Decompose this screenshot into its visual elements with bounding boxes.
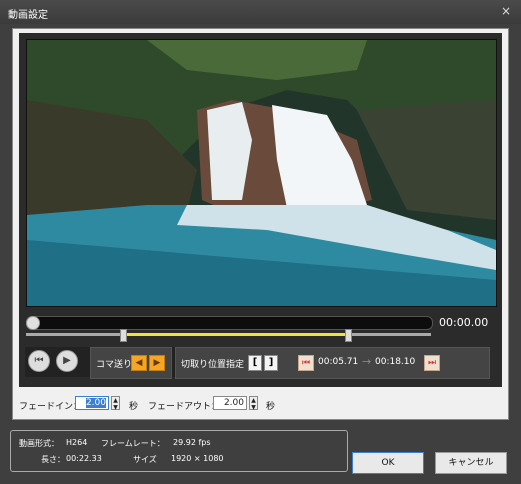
- ok-button[interactable]: OK: [352, 452, 424, 474]
- title-bar[interactable]: 動画設定 ×: [0, 0, 521, 24]
- spin-down-icon[interactable]: ▼: [250, 404, 257, 411]
- format-value: H264: [66, 438, 88, 447]
- frame-step-group: コマ送り ◀ ▶: [90, 347, 172, 379]
- arrow-right-icon: →: [362, 355, 372, 368]
- trim-start-handle[interactable]: [120, 329, 127, 342]
- cancel-button[interactable]: キャンセル: [435, 452, 507, 474]
- jump-to-end-button[interactable]: ⏭: [424, 355, 440, 371]
- spin-up-icon[interactable]: ▲: [250, 397, 257, 404]
- framerate-label: フレームレート：: [101, 439, 165, 448]
- trim-end-handle[interactable]: [345, 329, 352, 342]
- fade-out-input[interactable]: 2.00: [213, 396, 247, 410]
- frame-next-button[interactable]: ▶: [149, 355, 165, 371]
- trim-range-selection: [123, 333, 347, 336]
- trim-group: 切取り位置指定 [ ] ⏮ 00:05.71 → 00:18.10 ⏭: [175, 347, 490, 379]
- fade-in-input[interactable]: 2.00: [75, 396, 109, 410]
- trim-label: 切取り位置指定: [181, 360, 245, 370]
- fade-settings: フェードイン： 2.00 ▲ ▼ 秒 フェードアウト： 2.00 ▲ ▼ 秒: [13, 395, 508, 415]
- timeline-slider[interactable]: [26, 316, 433, 330]
- video-settings-dialog: 動画設定 × 00:00.00 ⏮ ▶ コマ送り ◀ ▶ 切取り位置指定 []…: [0, 0, 521, 484]
- set-trim-end-button[interactable]: ]: [264, 355, 278, 371]
- length-label: 長さ：: [41, 455, 65, 464]
- trim-start-time: 00:05.71: [318, 357, 359, 367]
- fade-out-unit: 秒: [266, 402, 276, 412]
- fade-in-spinner[interactable]: ▲ ▼: [111, 396, 120, 411]
- spin-down-icon[interactable]: ▼: [112, 404, 119, 411]
- set-trim-start-button[interactable]: [: [248, 355, 262, 371]
- playback-controls: ⏮ ▶ コマ送り ◀ ▶ 切取り位置指定 [ ] ⏮ 00:05.71 → 00…: [25, 347, 490, 379]
- trim-end-time: 00:18.10: [375, 357, 416, 367]
- framerate-value: 29.92 fps: [173, 438, 211, 447]
- fade-in-label: フェードイン：: [19, 402, 83, 412]
- frame-prev-button[interactable]: ◀: [131, 355, 147, 371]
- rewind-button[interactable]: ⏮: [28, 350, 50, 372]
- current-time: 00:00.00: [439, 316, 489, 329]
- player-area: 00:00.00 ⏮ ▶ コマ送り ◀ ▶ 切取り位置指定 [ ] ⏮ 00:0…: [19, 33, 502, 387]
- jump-to-start-button[interactable]: ⏮: [298, 355, 314, 371]
- size-value: 1920 × 1080: [171, 454, 224, 463]
- format-label: 動画形式：: [19, 439, 59, 448]
- video-preview: [26, 39, 497, 307]
- video-info-box: 動画形式： H264 フレームレート： 29.92 fps 長さ： 00:22.…: [10, 430, 348, 472]
- fade-in-unit: 秒: [129, 402, 139, 412]
- fade-out-spinner[interactable]: ▲ ▼: [249, 396, 258, 411]
- window-title: 動画設定: [8, 10, 48, 21]
- size-label: サイズ: [133, 455, 157, 464]
- frame-step-label: コマ送り: [96, 360, 133, 370]
- play-button[interactable]: ▶: [56, 350, 78, 372]
- length-value: 00:22.33: [66, 454, 102, 463]
- fade-out-label: フェードアウト：: [148, 402, 221, 412]
- close-icon[interactable]: ×: [501, 4, 511, 18]
- spin-up-icon[interactable]: ▲: [112, 397, 119, 404]
- playhead-knob[interactable]: [26, 316, 40, 330]
- main-panel: 00:00.00 ⏮ ▶ コマ送り ◀ ▶ 切取り位置指定 [ ] ⏮ 00:0…: [12, 28, 509, 420]
